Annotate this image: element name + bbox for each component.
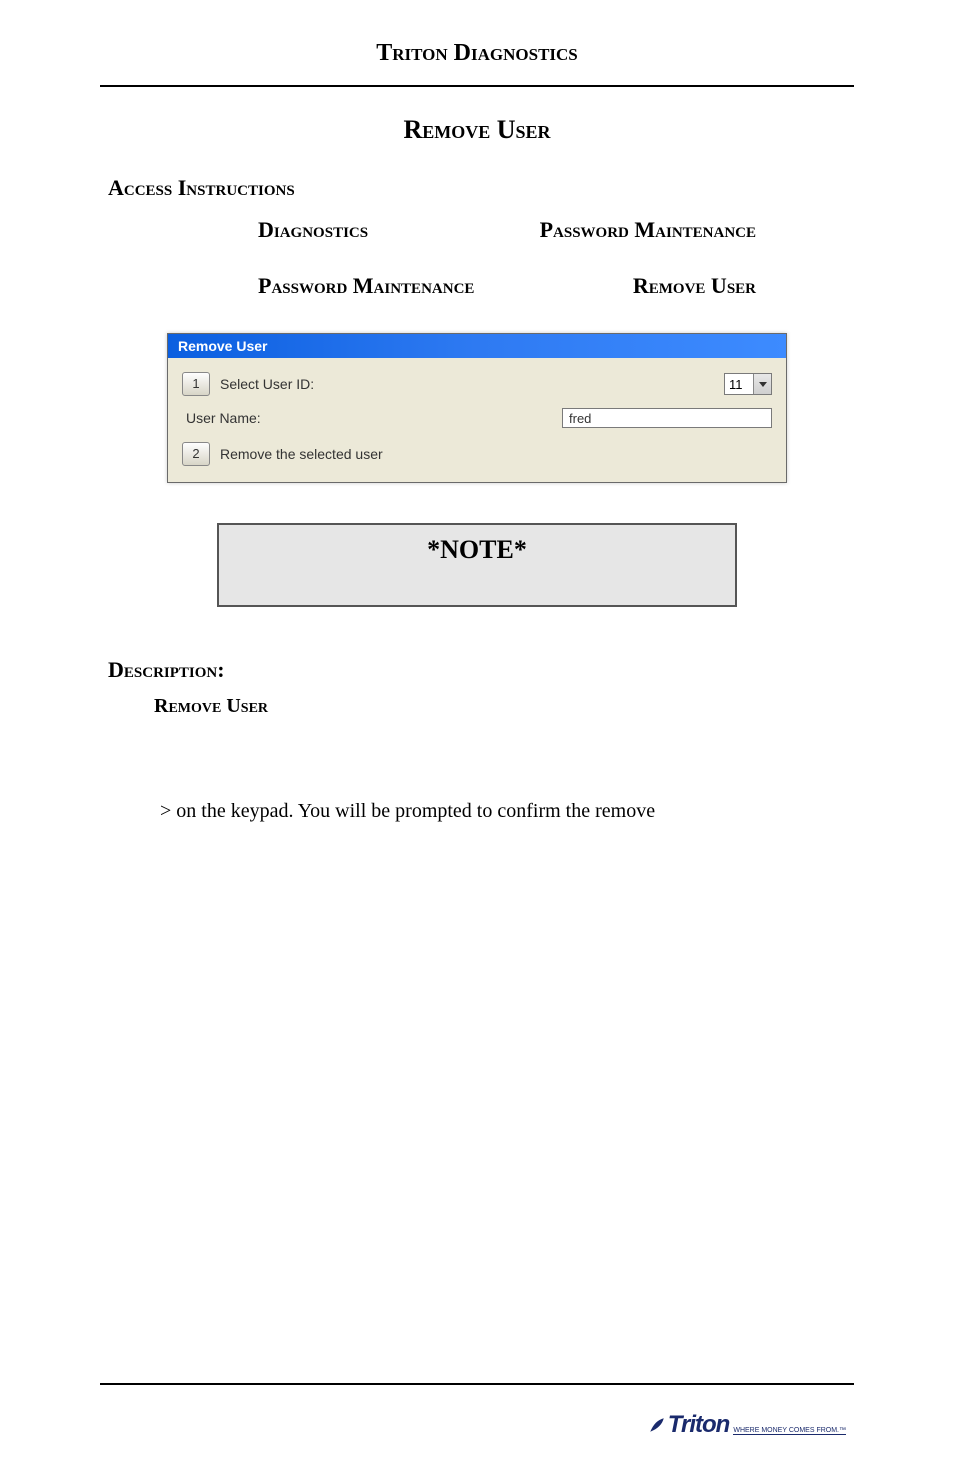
access-password-maintenance-label-2: Password Maintenance bbox=[258, 273, 474, 299]
access-row-2: Password Maintenance Remove User bbox=[108, 269, 846, 303]
step-2-button[interactable]: 2 bbox=[182, 442, 210, 466]
description-sub: Remove User bbox=[154, 695, 954, 718]
footer-rule bbox=[100, 1383, 854, 1385]
user-id-combo[interactable] bbox=[724, 373, 772, 395]
user-id-input[interactable] bbox=[725, 377, 753, 392]
select-user-id-label: Select User ID: bbox=[220, 376, 314, 392]
remove-user-dialog: Remove User 1 Select User ID: User Name:… bbox=[167, 333, 787, 483]
access-remove-user-label: Remove User bbox=[633, 273, 756, 299]
dialog-titlebar: Remove User bbox=[168, 334, 786, 358]
note-box: *NOTE* bbox=[217, 523, 737, 607]
dialog-row-user-name: User Name: fred bbox=[182, 408, 772, 428]
description-heading: Description: bbox=[108, 657, 954, 683]
remove-selected-user-label: Remove the selected user bbox=[220, 446, 383, 462]
step-1-button[interactable]: 1 bbox=[182, 372, 210, 396]
access-diagnostics-label: Diagnostics bbox=[258, 217, 368, 243]
access-instructions-heading: Access Instructions bbox=[108, 175, 954, 201]
user-name-field: fred bbox=[562, 408, 772, 428]
section-title: Remove User bbox=[0, 115, 954, 145]
access-grid: Diagnostics Password Maintenance Passwor… bbox=[108, 213, 846, 303]
note-title: *NOTE* bbox=[235, 535, 719, 565]
user-name-label: User Name: bbox=[186, 410, 261, 426]
page-header-title: Triton Diagnostics bbox=[100, 40, 854, 87]
dropdown-arrow-icon[interactable] bbox=[753, 374, 771, 394]
access-password-maintenance-label: Password Maintenance bbox=[540, 217, 756, 243]
description-body: > on the keypad. You will be prompted to… bbox=[160, 798, 846, 824]
brand-tagline: WHERE MONEY COMES FROM.™ bbox=[733, 1427, 846, 1435]
brand-name: Triton bbox=[668, 1411, 730, 1439]
access-row-1: Diagnostics Password Maintenance bbox=[108, 213, 846, 247]
dialog-row-remove: 2 Remove the selected user bbox=[182, 442, 772, 466]
brand-logo: Triton WHERE MONEY COMES FROM.™ bbox=[648, 1411, 846, 1439]
feather-icon bbox=[648, 1413, 666, 1431]
dialog-row-select-user: 1 Select User ID: bbox=[182, 372, 772, 396]
